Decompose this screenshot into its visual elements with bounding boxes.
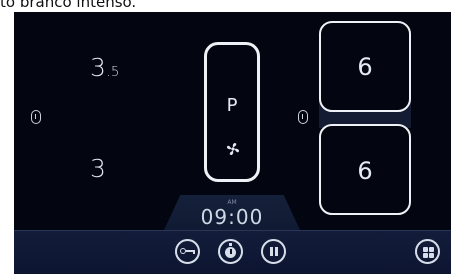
caption-text: to branco intenso. [0,0,137,11]
zone-center-mode: P [226,95,238,116]
zone-front-left-value: 3 [90,53,107,82]
menu-button[interactable] [415,239,440,264]
fan-icon [226,142,240,156]
stopwatch-button[interactable] [218,239,243,264]
zone-front-left-decimal: .5 [106,65,120,80]
pause-button[interactable] [261,239,286,264]
screen: to branco intenso. 3.5 3 P 6 6 AM 09:00 [0,0,452,274]
zone-rear-left-value: 3 [90,154,107,183]
timer-display[interactable]: AM 09:00 [164,195,300,230]
lock-icon[interactable] [31,110,41,124]
zone-front-left[interactable]: 3.5 [90,53,120,82]
lock-icon[interactable] [298,110,308,124]
cooktop-panel: 3.5 3 P 6 6 AM 09:00 [14,12,451,274]
zone-front-right-value: 6 [357,53,373,81]
zone-rear-right[interactable]: 6 [319,124,411,215]
zone-center[interactable]: P [204,42,260,182]
zone-rear-right-value: 6 [357,157,373,185]
key-lock-button[interactable] [175,239,200,264]
zone-rear-left[interactable]: 3 [90,154,106,183]
zone-front-right[interactable]: 6 [319,21,411,112]
bottom-toolbar [14,230,451,274]
timer-value: 09:00 [200,205,264,229]
